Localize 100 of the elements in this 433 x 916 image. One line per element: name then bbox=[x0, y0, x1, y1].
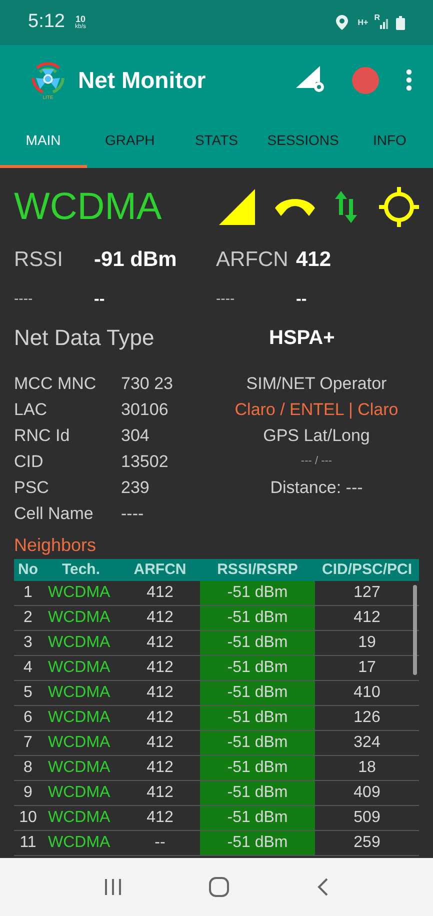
app-title: Net Monitor bbox=[78, 66, 206, 95]
signal-gear-icon bbox=[296, 66, 326, 94]
neighbors-title: Neighbors bbox=[14, 534, 98, 556]
table-cell-text: 412 bbox=[146, 582, 174, 602]
table-cell-text: 412 bbox=[352, 608, 382, 628]
tab[interactable]: STATS bbox=[173, 115, 260, 168]
info-text: Distance: --- bbox=[270, 476, 363, 498]
net-data-type-label: Net Data Type bbox=[14, 324, 156, 352]
tab[interactable]: GRAPH bbox=[86, 115, 174, 168]
field-value: 13502 bbox=[121, 450, 170, 472]
table-cell-text: 6 bbox=[22, 708, 34, 728]
table-cell-text: 412 bbox=[146, 632, 174, 652]
tab[interactable]: INFO bbox=[346, 115, 433, 168]
table-cell: -51 dBm bbox=[200, 830, 315, 854]
recent-apps-icon[interactable] bbox=[104, 879, 122, 895]
home-icon[interactable] bbox=[209, 877, 230, 897]
signal-strength-icon bbox=[219, 189, 255, 225]
table-cell-text: 11 bbox=[18, 832, 38, 852]
field-value: 239 bbox=[121, 476, 150, 498]
tab[interactable]: SESSIONS bbox=[260, 115, 346, 168]
column-header: RSSI/RSRP bbox=[216, 560, 299, 580]
table-cell-text: 18 bbox=[357, 758, 377, 778]
table-cell: -51 dBm bbox=[200, 630, 315, 654]
table-cell: -51 dBm bbox=[200, 756, 315, 780]
column-header: CID/PSC/PCI bbox=[320, 560, 413, 580]
table-cell-text: WCDMA bbox=[47, 658, 112, 678]
table-cell-text: 412 bbox=[146, 758, 174, 778]
reading-value: -91 dBm bbox=[94, 247, 177, 273]
table-cell-text: WCDMA bbox=[47, 782, 112, 802]
table-cell-text: WCDMA bbox=[47, 582, 112, 602]
reading-label: RSSI bbox=[14, 247, 64, 273]
table-cell-text: WCDMA bbox=[47, 708, 112, 728]
reading-value: -- bbox=[94, 290, 105, 310]
column-header: Tech. bbox=[60, 560, 102, 580]
back-icon[interactable] bbox=[317, 878, 330, 896]
signal-icon bbox=[380, 16, 390, 28]
field-label: Cell Name bbox=[14, 502, 94, 524]
table-cell-text: 324 bbox=[352, 732, 382, 752]
table-cell: -51 dBm bbox=[200, 706, 315, 730]
network-speed-value: 10 bbox=[75, 15, 86, 24]
reading-value: -- bbox=[296, 290, 307, 310]
net-data-type-value: HSPA+ bbox=[269, 326, 335, 350]
table-cell-text: WCDMA bbox=[47, 808, 112, 828]
table-cell-text: 3 bbox=[22, 632, 34, 652]
data-transfer-icon bbox=[333, 189, 359, 225]
table-cell-text: WCDMA bbox=[47, 832, 112, 852]
logo-icon bbox=[29, 60, 67, 96]
field-value: ---- bbox=[121, 502, 145, 524]
reading-value: 412 bbox=[296, 247, 332, 273]
table-cell: -51 dBm bbox=[200, 680, 315, 704]
table-cell-text: 410 bbox=[352, 682, 382, 702]
table-cell-text: 8 bbox=[22, 758, 34, 778]
operator-name: Claro / ENTEL | Claro bbox=[234, 398, 398, 420]
table-cell-text: 4 bbox=[22, 658, 34, 678]
network-type: H+ bbox=[358, 18, 368, 26]
table-cell-text: 9 bbox=[22, 782, 34, 802]
table-cell: -51 dBm bbox=[200, 730, 315, 754]
table-cell-text: 409 bbox=[352, 782, 382, 802]
table-cell-text: 1 bbox=[22, 582, 34, 602]
table-cell-text: WCDMA bbox=[47, 758, 112, 778]
column-header: ARFCN bbox=[132, 560, 188, 580]
table-cell-text: 412 bbox=[146, 608, 174, 628]
table-cell-text: 509 bbox=[352, 808, 382, 828]
field-label: LAC bbox=[14, 398, 48, 420]
reading-label: ARFCN bbox=[216, 247, 290, 273]
technology-label: WCDMA bbox=[14, 188, 162, 226]
table-cell-text: 7 bbox=[22, 732, 34, 752]
phone-icon bbox=[273, 196, 317, 218]
table-cell-text: 412 bbox=[146, 732, 174, 752]
tab[interactable]: MAIN bbox=[0, 115, 87, 168]
field-label: PSC bbox=[14, 476, 50, 498]
roaming-indicator: R bbox=[374, 14, 380, 22]
field-value: 30106 bbox=[121, 398, 170, 420]
table-cell-text: -- bbox=[154, 832, 166, 852]
status-time: 5:12 bbox=[28, 10, 65, 34]
table-cell-text: WCDMA bbox=[47, 682, 112, 702]
table-cell-text: 412 bbox=[146, 808, 174, 828]
table-cell-text: 127 bbox=[352, 582, 382, 602]
table-cell-text: WCDMA bbox=[47, 732, 112, 752]
field-label: CID bbox=[14, 450, 44, 472]
table-cell-text: WCDMA bbox=[47, 632, 112, 652]
table-cell-text: 412 bbox=[146, 658, 174, 678]
table-cell-text: 259 bbox=[352, 832, 382, 852]
reading-label: ---- bbox=[216, 288, 236, 308]
table-cell: -51 dBm bbox=[200, 606, 315, 630]
info-text: --- / --- bbox=[300, 454, 332, 468]
more-icon bbox=[406, 69, 412, 91]
field-label: MCC MNC bbox=[14, 372, 98, 394]
table-cell: -51 dBm bbox=[200, 580, 315, 604]
field-value: 304 bbox=[121, 424, 150, 446]
info-text: SIM/NET Operator bbox=[246, 372, 387, 394]
table-cell-text: 412 bbox=[146, 782, 174, 802]
table-cell: -51 dBm bbox=[200, 806, 315, 830]
location-icon bbox=[336, 15, 348, 30]
more-options-button[interactable] bbox=[405, 69, 413, 91]
reading-label: ---- bbox=[14, 288, 34, 308]
info-text: GPS Lat/Long bbox=[263, 424, 370, 446]
battery-icon bbox=[396, 16, 405, 30]
table-cell-text: 412 bbox=[146, 682, 174, 702]
table-cell-text: 126 bbox=[352, 708, 382, 728]
